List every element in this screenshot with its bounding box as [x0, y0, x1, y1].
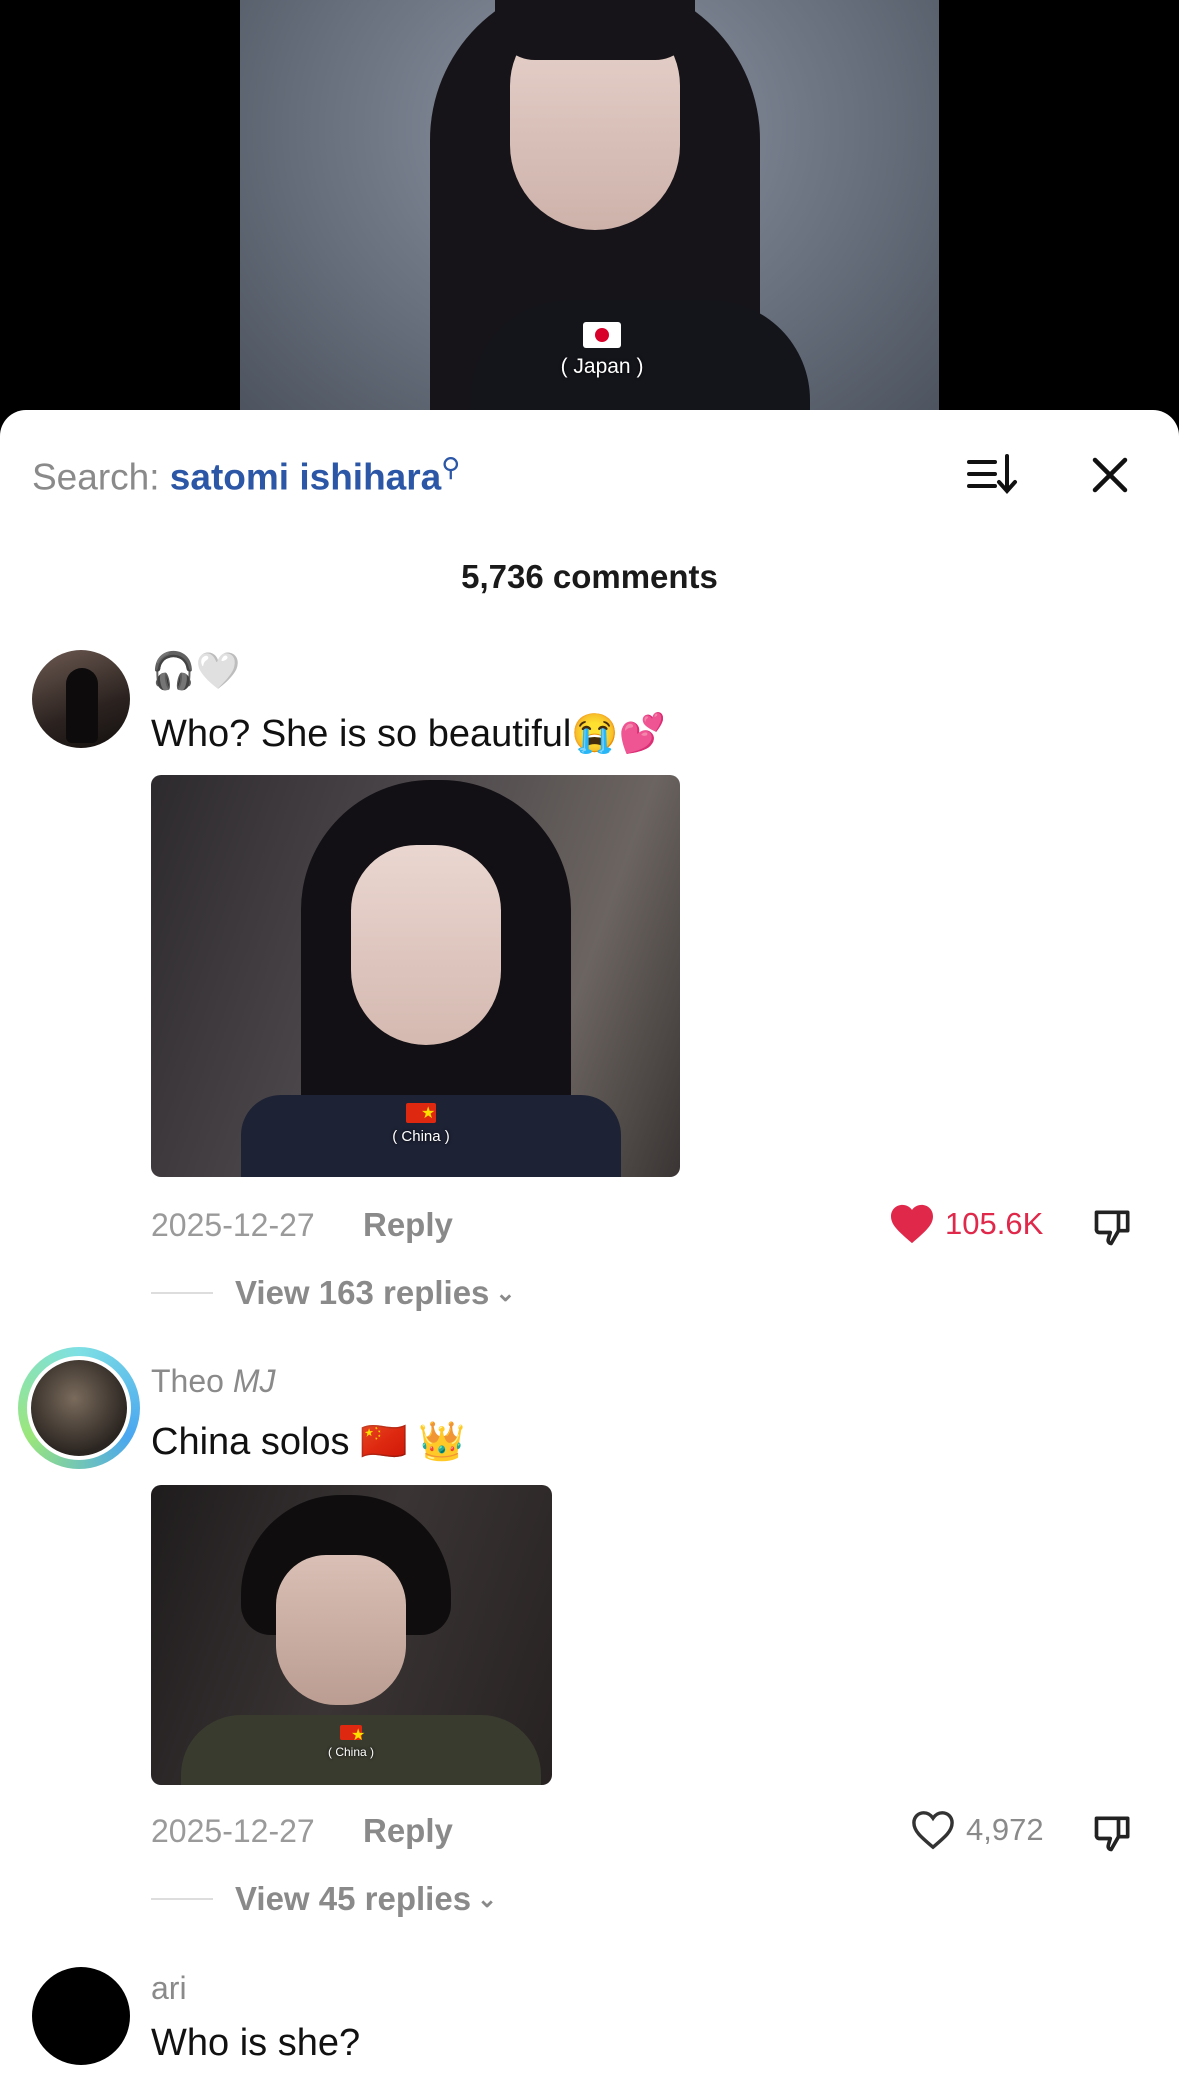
china-flag-icon	[340, 1725, 365, 1745]
search-icon: ⚲	[441, 452, 461, 482]
japan-flag-label: ( Japan )	[552, 322, 652, 379]
comment-image[interactable]: ( China )	[151, 1485, 552, 1785]
like-button[interactable]: 4,972	[910, 1809, 1044, 1851]
sort-icon[interactable]	[965, 450, 1019, 500]
comment-text: China solos 🇨🇳 👑	[151, 1421, 466, 1463]
avatar[interactable]	[27, 1356, 131, 1460]
japan-flag-icon	[583, 322, 621, 348]
close-icon[interactable]	[1085, 450, 1135, 500]
search-prefix: Search:	[32, 456, 160, 498]
reply-button[interactable]: Reply	[363, 1812, 453, 1850]
user-badges: 🎧🤍	[151, 650, 241, 691]
username[interactable]: Theo MJ	[151, 1363, 275, 1400]
china-flag-icon	[406, 1103, 436, 1123]
like-button[interactable]: 105.6K	[889, 1203, 1043, 1245]
dislike-icon[interactable]	[1091, 1205, 1135, 1249]
comment-image[interactable]: ( China )	[151, 775, 680, 1177]
comments-sheet: Search: satomi ishihara⚲ 5,736 comments …	[0, 410, 1179, 2077]
comment-text: Who is she?	[151, 2022, 361, 2064]
chevron-down-icon: ⌄	[477, 1885, 498, 1913]
avatar[interactable]	[32, 650, 130, 748]
comment-count: 5,736 comments	[461, 558, 718, 595]
comment-date: 2025-12-27	[151, 1813, 315, 1849]
dislike-icon[interactable]	[1091, 1811, 1135, 1855]
comment-date: 2025-12-27	[151, 1207, 315, 1243]
like-count: 105.6K	[945, 1206, 1044, 1241]
china-flag-label: ( China )	[321, 1725, 381, 1759]
china-flag-label: ( China )	[381, 1103, 461, 1145]
search-bar[interactable]: Search: satomi ishihara⚲	[32, 452, 460, 498]
video-player[interactable]: ( Japan )	[0, 0, 1179, 430]
username[interactable]: ari	[151, 1970, 187, 2007]
view-replies-button[interactable]: View 45 replies ⌄	[151, 1880, 497, 1918]
like-count: 4,972	[966, 1812, 1044, 1847]
heart-filled-icon	[891, 1204, 933, 1244]
video-frame: ( Japan )	[240, 0, 939, 430]
reply-button[interactable]: Reply	[363, 1206, 453, 1244]
heart-outline-icon	[912, 1811, 954, 1850]
comment-text: Who? She is so beautiful😭💕	[151, 713, 666, 755]
view-replies-button[interactable]: View 163 replies ⌄	[151, 1274, 516, 1312]
search-query[interactable]: satomi ishihara	[170, 456, 441, 497]
avatar[interactable]	[32, 1967, 130, 2065]
chevron-down-icon: ⌄	[495, 1279, 516, 1307]
